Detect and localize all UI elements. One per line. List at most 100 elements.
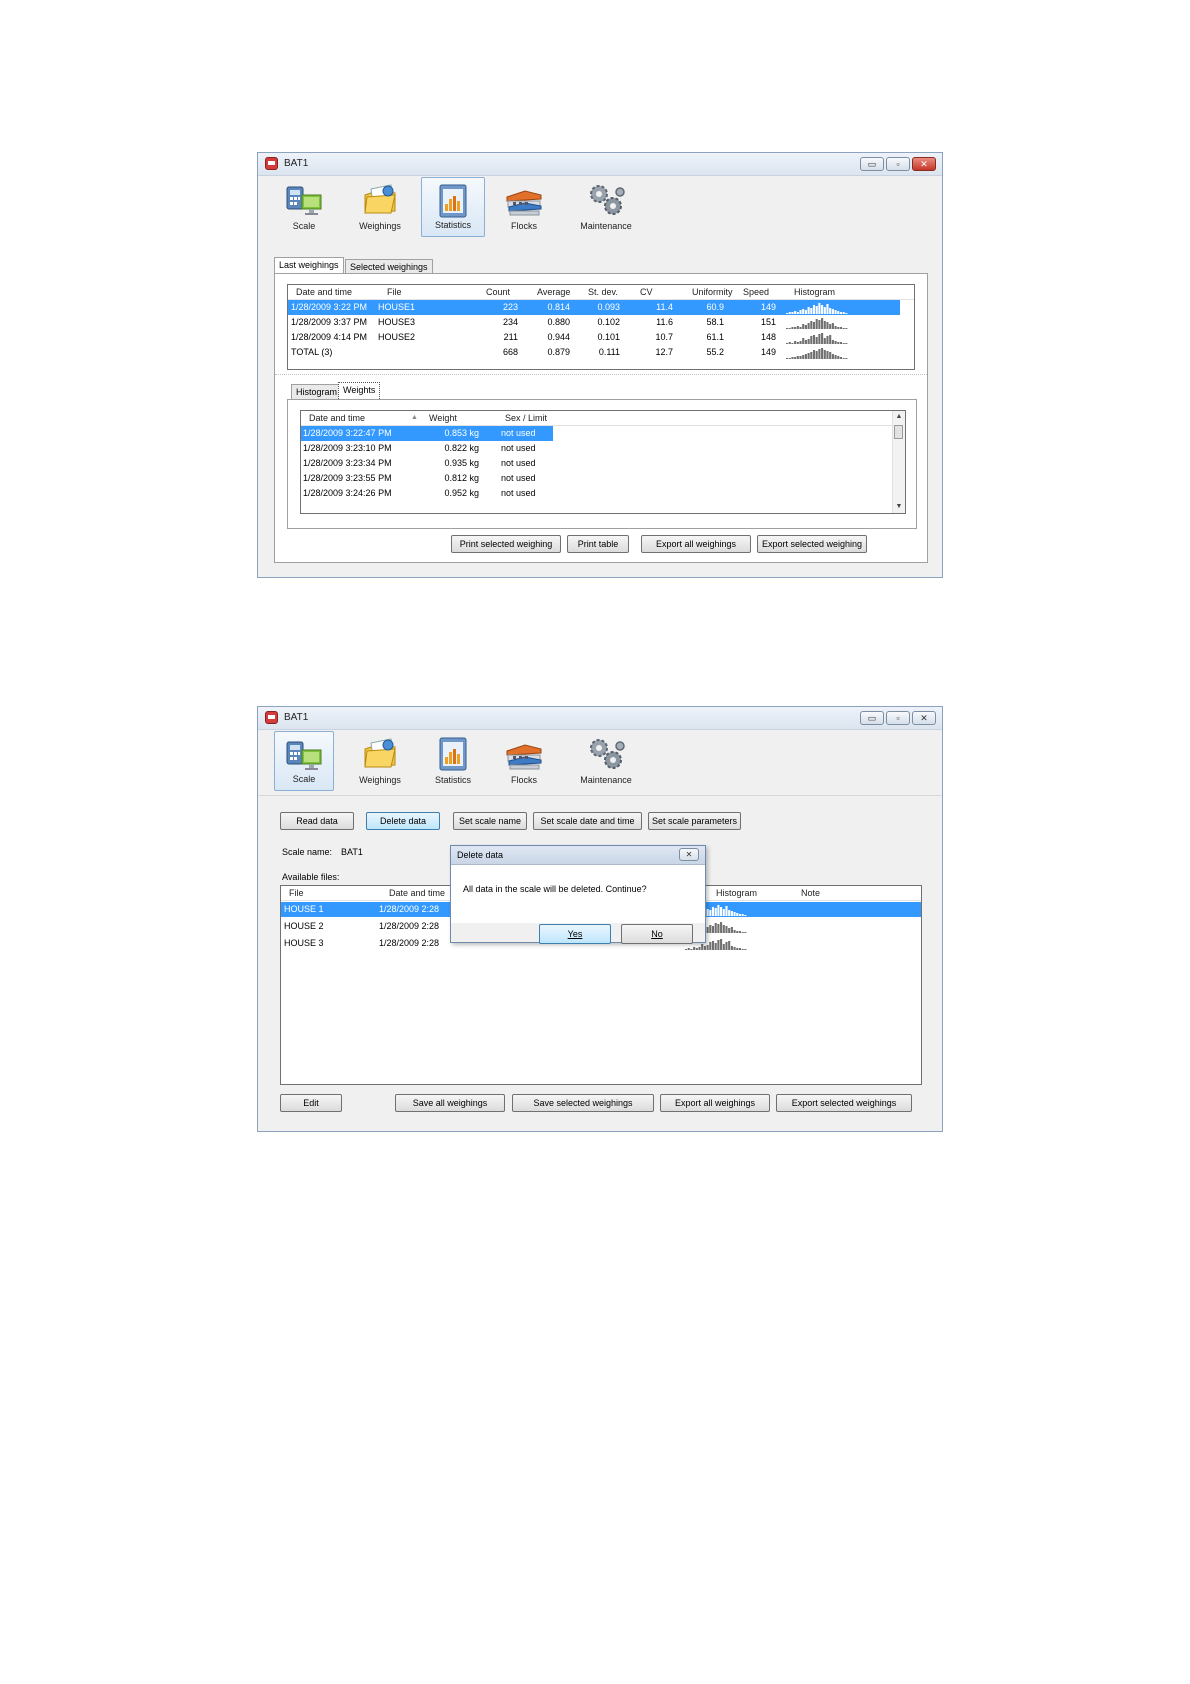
- col-file[interactable]: File: [289, 886, 304, 900]
- histogram-chart: [786, 333, 848, 344]
- maximize-button[interactable]: ▫: [886, 157, 910, 171]
- col-weight[interactable]: Weight: [429, 411, 457, 425]
- window-title: BAT1: [284, 712, 309, 723]
- save-selected-weighings-button[interactable]: Save selected weighings: [512, 1094, 654, 1112]
- toolbar-weighings-button[interactable]: Weighings: [344, 731, 416, 791]
- histogram-bar: [810, 336, 813, 344]
- table-row[interactable]: 1/28/2009 3:22 PM HOUSE1 223 0.814 0.093 11.4…: [288, 300, 900, 315]
- cell-weight: 0.853 kg: [444, 428, 479, 438]
- toolbar-flocks-button[interactable]: Flocks: [492, 177, 556, 237]
- set-scale-name-button[interactable]: Set scale name: [453, 812, 527, 830]
- dialog-no-button[interactable]: No: [621, 924, 693, 944]
- table-row[interactable]: 1/28/2009 3:23:34 PM 0.935 kg not used: [301, 456, 553, 471]
- col-histogram[interactable]: Histogram: [794, 285, 835, 299]
- toolbar-label: Maintenance: [580, 775, 632, 785]
- maximize-button[interactable]: ▫: [886, 711, 910, 725]
- table-row[interactable]: 1/28/2009 3:23:55 PM 0.812 kg not used: [301, 471, 553, 486]
- histogram-bar: [714, 923, 717, 933]
- tab-last-weighings[interactable]: Last weighings: [274, 257, 344, 274]
- histogram-bar: [701, 944, 704, 950]
- tab-weights[interactable]: Weights: [338, 382, 381, 399]
- tab-selected-weighings[interactable]: Selected weighings: [345, 259, 433, 274]
- histogram-bar: [821, 318, 824, 329]
- col-note[interactable]: Note: [801, 886, 820, 900]
- table-row[interactable]: 1/28/2009 4:14 PM HOUSE2 211 0.944 0.101 10.7…: [288, 330, 900, 345]
- table-row[interactable]: 1/28/2009 3:22:47 PM 0.853 kg not used: [301, 426, 553, 441]
- scroll-down-arrow-icon[interactable]: ▼: [893, 501, 905, 513]
- print-table-button[interactable]: Print table: [567, 535, 629, 553]
- table-row[interactable]: 1/28/2009 3:37 PM HOUSE3 234 0.880 0.102 11.6…: [288, 315, 900, 330]
- histogram-bar: [826, 336, 829, 344]
- toolbar-scale-button[interactable]: Scale: [274, 731, 334, 791]
- histogram-bar: [810, 321, 813, 329]
- dialog-close-icon[interactable]: ✕: [679, 848, 699, 861]
- set-scale-parameters-button[interactable]: Set scale parameters: [648, 812, 741, 830]
- toolbar-maintenance-button[interactable]: Maintenance: [564, 731, 648, 791]
- export-all-weighings-button[interactable]: Export all weighings: [641, 535, 751, 553]
- scroll-up-arrow-icon[interactable]: ▲: [893, 411, 905, 423]
- delete-data-button[interactable]: Delete data: [366, 812, 440, 830]
- col-speed[interactable]: Speed: [743, 285, 769, 299]
- close-button[interactable]: ✕: [912, 157, 936, 171]
- print-selected-weighing-button[interactable]: Print selected weighing: [451, 535, 561, 553]
- histogram-bar: [791, 343, 794, 344]
- dialog-yes-button[interactable]: Yes: [539, 924, 611, 944]
- col-average[interactable]: Average: [537, 285, 570, 299]
- histogram-bar: [717, 924, 720, 933]
- close-button[interactable]: ✕: [912, 711, 936, 725]
- export-selected-weighing-button[interactable]: Export selected weighing: [757, 535, 867, 553]
- table-row[interactable]: TOTAL (3) 668 0.879 0.111 12.7 55.2 149: [288, 345, 900, 360]
- vertical-scrollbar[interactable]: ▲ ▼: [892, 411, 905, 513]
- edit-button[interactable]: Edit: [280, 1094, 342, 1112]
- col-date-and-time[interactable]: Date and time: [389, 886, 445, 900]
- export-selected-weighings-button[interactable]: Export selected weighings: [776, 1094, 912, 1112]
- histogram-bar: [791, 357, 794, 359]
- histogram-bar: [714, 943, 717, 950]
- toolbar-scale-button[interactable]: Scale: [272, 177, 336, 237]
- toolbar-maintenance-button[interactable]: Maintenance: [564, 177, 648, 237]
- toolbar-weighings-button[interactable]: Weighings: [344, 177, 416, 237]
- dialog-title-bar[interactable]: Delete data ✕: [451, 846, 705, 865]
- cell-count: 668: [502, 347, 518, 357]
- toolbar-label: Maintenance: [580, 221, 632, 231]
- save-all-weighings-button[interactable]: Save all weighings: [395, 1094, 505, 1112]
- tab-histogram[interactable]: Histogram: [291, 384, 343, 399]
- statistics-icon: [439, 184, 467, 218]
- histogram-bar: [815, 306, 818, 314]
- col-date-and-time[interactable]: Date and time: [309, 411, 365, 425]
- statistics-table[interactable]: Date and time File Count Average St. dev…: [287, 284, 915, 370]
- delete-data-dialog: Delete data ✕ All data in the scale will…: [450, 845, 706, 944]
- title-bar[interactable]: BAT1 ▭ ▫ ✕: [258, 707, 942, 730]
- set-scale-date-time-button[interactable]: Set scale date and time: [533, 812, 642, 830]
- maintenance-icon: [590, 739, 625, 769]
- histogram-bar: [804, 340, 807, 344]
- splitter-handle[interactable]: [275, 374, 927, 379]
- title-bar[interactable]: BAT1 ▭ ▫ ✕: [258, 153, 942, 176]
- col-count[interactable]: Count: [486, 285, 510, 299]
- toolbar-flocks-button[interactable]: Flocks: [492, 731, 556, 791]
- col-sex-limit[interactable]: Sex / Limit: [505, 411, 547, 425]
- col-st-dev[interactable]: St. dev.: [588, 285, 618, 299]
- cell-uniformity: 58.1: [706, 317, 724, 327]
- histogram-bar: [711, 907, 715, 916]
- col-date-and-time[interactable]: Date and time: [296, 285, 352, 299]
- col-file[interactable]: File: [387, 285, 402, 299]
- col-uniformity[interactable]: Uniformity: [692, 285, 733, 299]
- histogram-bar: [834, 355, 837, 359]
- weights-table[interactable]: Date and time ▲ Weight Sex / Limit 1/28/…: [300, 410, 906, 514]
- table-row[interactable]: 1/28/2009 3:23:10 PM 0.822 kg not used: [301, 441, 553, 456]
- minimize-button[interactable]: ▭: [860, 157, 884, 171]
- scale-name-value: BAT1: [341, 847, 363, 857]
- col-cv[interactable]: CV: [640, 285, 653, 299]
- read-data-button[interactable]: Read data: [280, 812, 354, 830]
- export-all-weighings-button[interactable]: Export all weighings: [660, 1094, 770, 1112]
- scroll-thumb[interactable]: [894, 425, 903, 439]
- col-histogram[interactable]: Histogram: [716, 886, 757, 900]
- histogram-bar: [807, 323, 810, 329]
- histogram-bar: [695, 948, 698, 950]
- toolbar-statistics-button[interactable]: Statistics: [421, 177, 485, 237]
- cell-time: 1/28/2009 3:22:47 PM: [303, 428, 392, 438]
- minimize-button[interactable]: ▭: [860, 711, 884, 725]
- toolbar-statistics-button[interactable]: Statistics: [421, 731, 485, 791]
- table-row[interactable]: 1/28/2009 3:24:26 PM 0.952 kg not used: [301, 486, 553, 501]
